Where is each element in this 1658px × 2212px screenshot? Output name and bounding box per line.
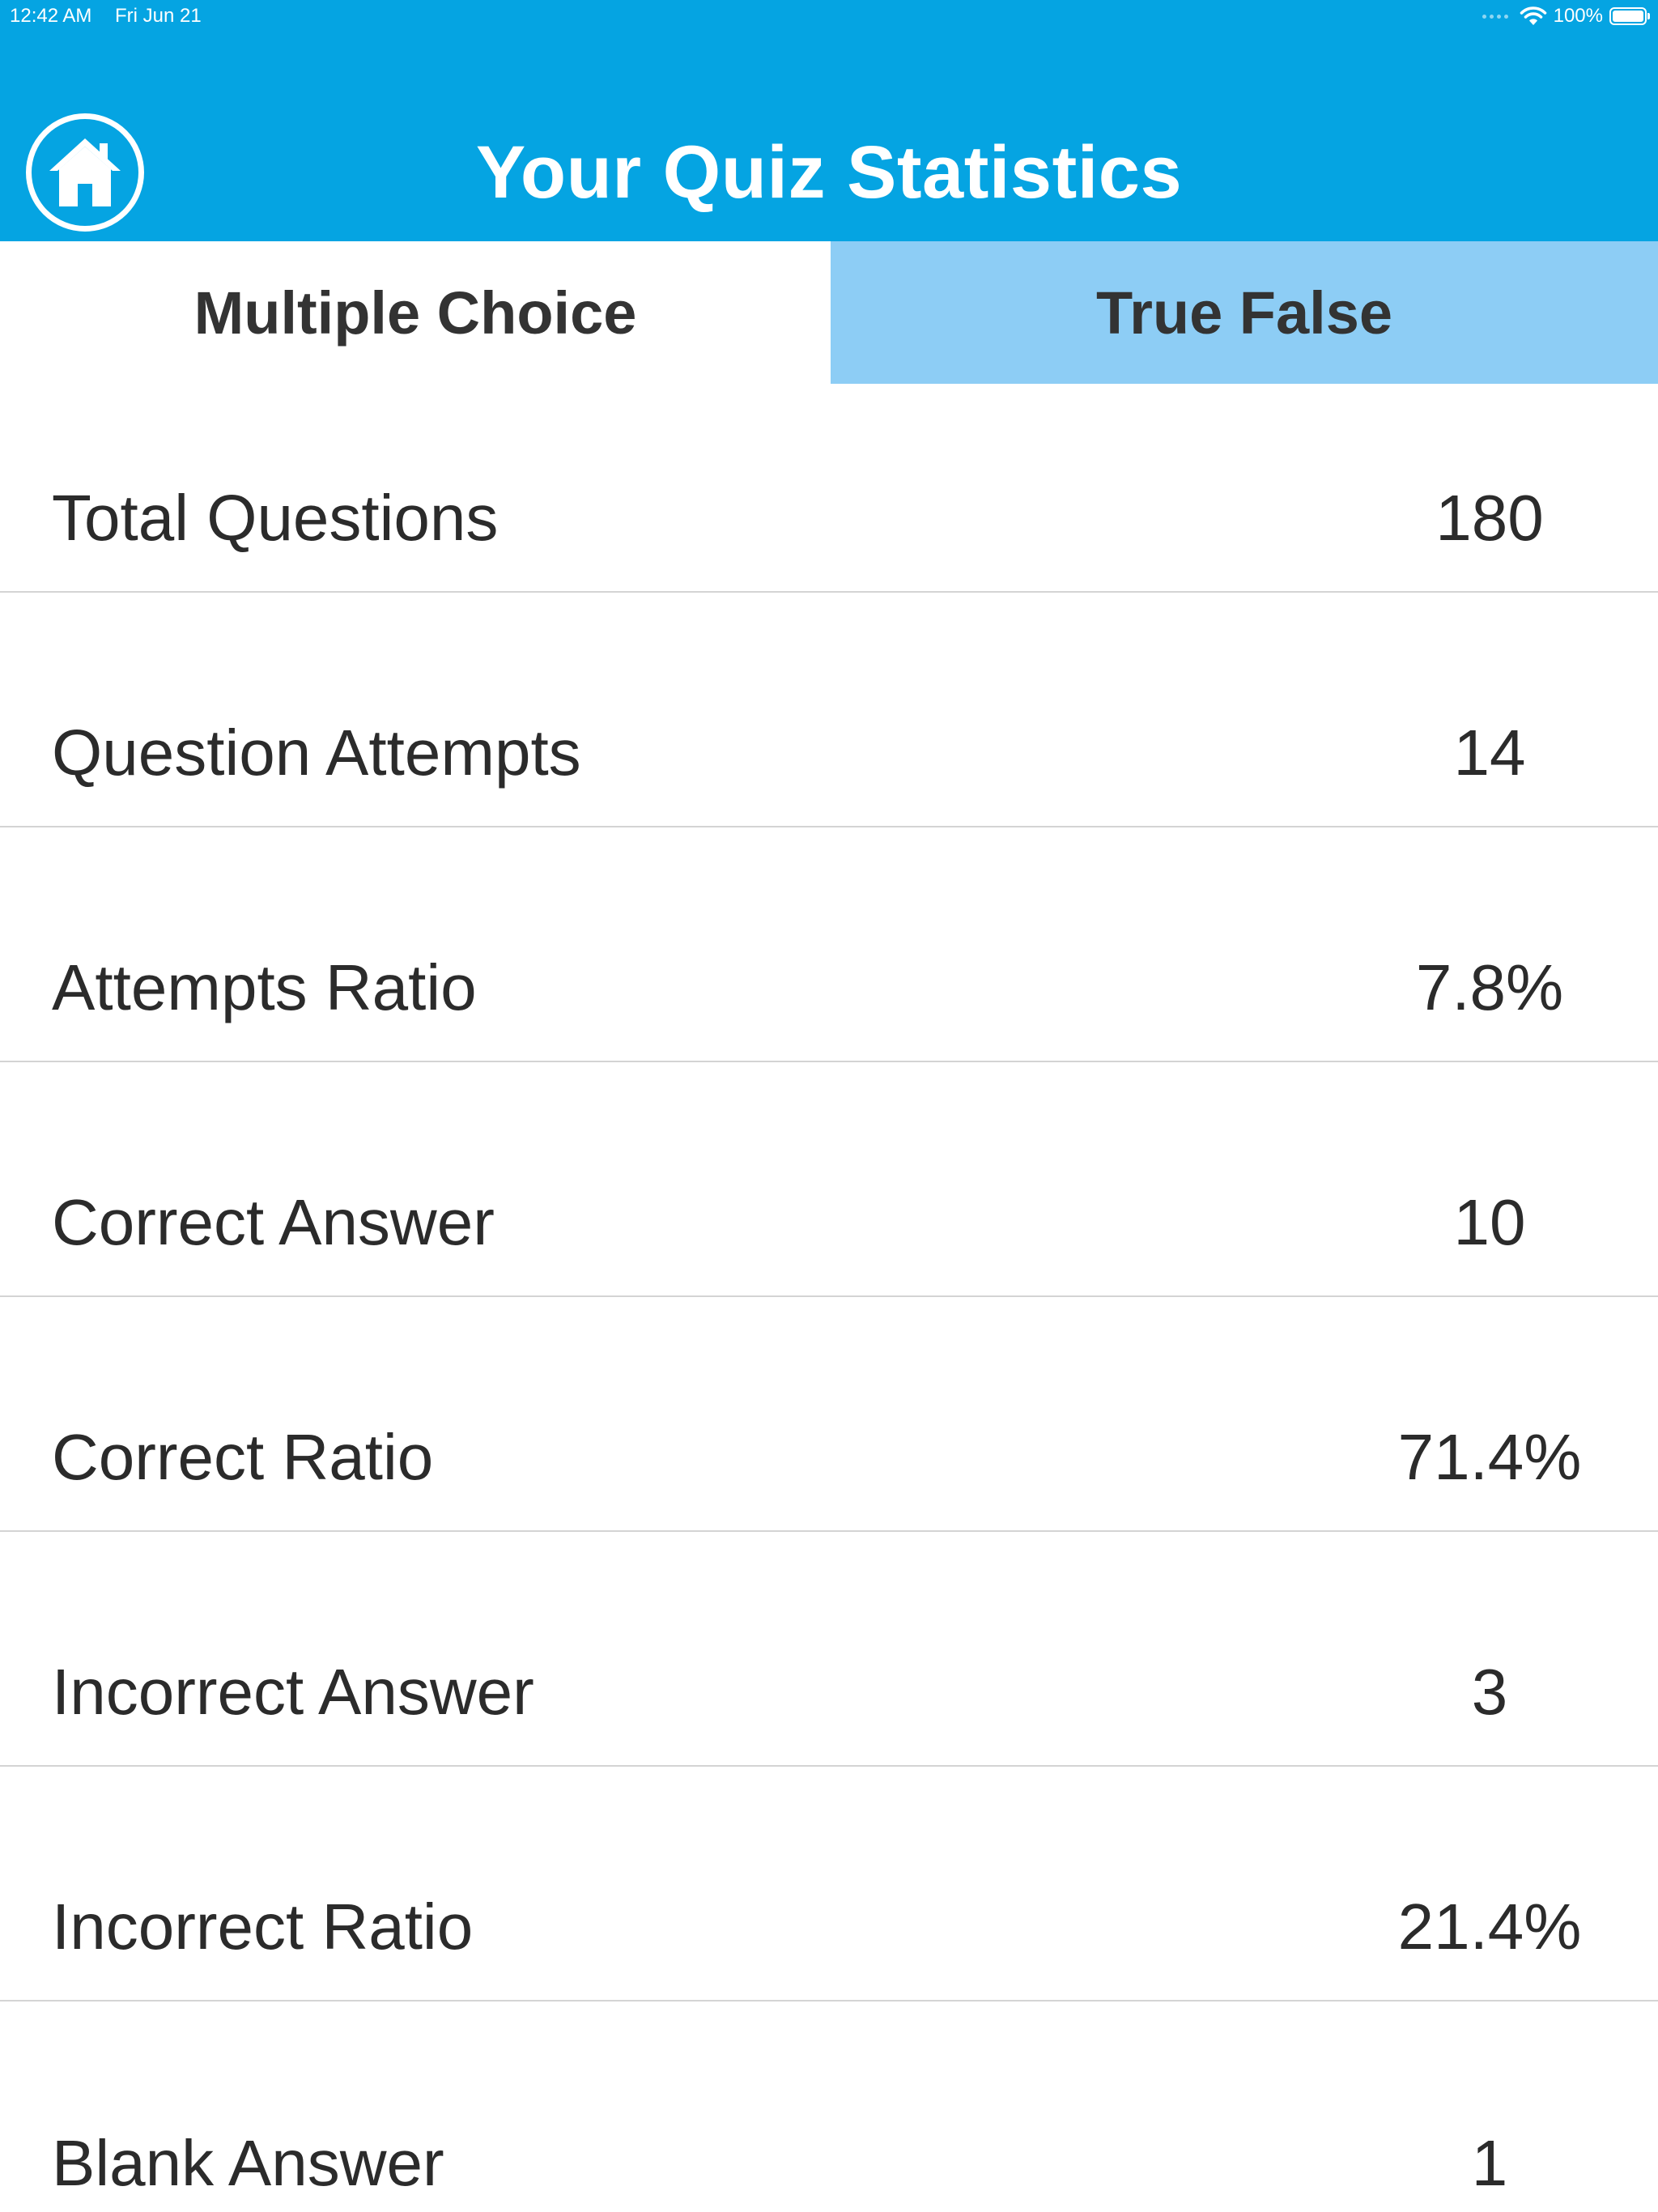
stat-value: 7.8% <box>1415 951 1564 1023</box>
stat-label: Correct Ratio <box>52 1421 434 1493</box>
stat-value: 180 <box>1435 482 1544 554</box>
status-bar: 12:42 AM Fri Jun 21 100% <box>0 0 1658 32</box>
stat-row-total-questions: Total Questions 180 <box>0 384 1658 593</box>
tab-true-false[interactable]: True False <box>831 241 1658 384</box>
cellular-signal-icon <box>1482 14 1508 19</box>
status-date: Fri Jun 21 <box>115 5 202 27</box>
app-root: 12:42 AM Fri Jun 21 100% Your Quiz Stati… <box>0 0 1658 2212</box>
stat-label: Correct Answer <box>52 1186 495 1258</box>
stat-label: Attempts Ratio <box>52 951 477 1023</box>
stat-label: Total Questions <box>52 482 499 554</box>
stat-value: 71.4% <box>1397 1421 1582 1493</box>
battery-icon <box>1609 7 1650 25</box>
stats-list: Total Questions 180 Question Attempts 14… <box>0 384 1658 2212</box>
stat-value: 14 <box>1453 717 1526 789</box>
battery-percentage: 100% <box>1553 5 1603 27</box>
header-bar: 12:42 AM Fri Jun 21 100% Your Quiz Stati… <box>0 0 1658 241</box>
stat-value: 21.4% <box>1397 1891 1582 1963</box>
stat-row-incorrect-ratio: Incorrect Ratio 21.4% <box>0 1767 1658 2001</box>
stat-row-incorrect-answer: Incorrect Answer 3 <box>0 1532 1658 1767</box>
stat-value: 1 <box>1471 2127 1508 2199</box>
stat-value: 3 <box>1471 1656 1508 1728</box>
stat-label: Question Attempts <box>52 717 581 789</box>
stat-value: 10 <box>1453 1186 1526 1258</box>
status-indicators: 100% <box>1482 3 1650 29</box>
stat-row-correct-ratio: Correct Ratio 71.4% <box>0 1297 1658 1532</box>
stat-label: Blank Answer <box>52 2127 444 2199</box>
status-time: 12:42 AM <box>10 5 92 27</box>
stat-label: Incorrect Ratio <box>52 1891 474 1963</box>
stat-row-attempts-ratio: Attempts Ratio 7.8% <box>0 827 1658 1062</box>
tab-multiple-choice[interactable]: Multiple Choice <box>0 241 831 384</box>
stat-row-question-attempts: Question Attempts 14 <box>0 593 1658 827</box>
stat-row-correct-answer: Correct Answer 10 <box>0 1062 1658 1297</box>
wifi-icon <box>1520 6 1546 25</box>
stat-label: Incorrect Answer <box>52 1656 534 1728</box>
quiz-type-tabs: Multiple Choice True False <box>0 241 1658 384</box>
page-title: Your Quiz Statistics <box>475 131 1183 214</box>
stat-row-blank-answer: Blank Answer 1 <box>0 2001 1658 2212</box>
